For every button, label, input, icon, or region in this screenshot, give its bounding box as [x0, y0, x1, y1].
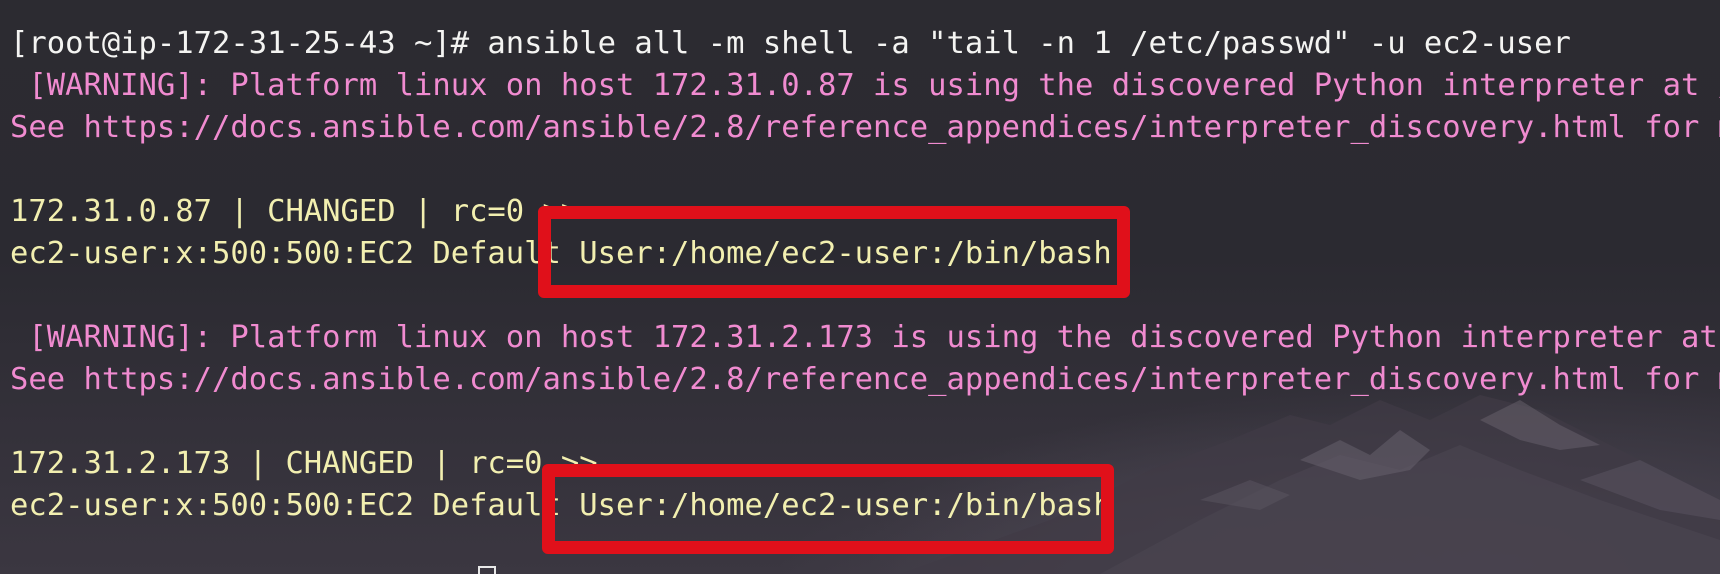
command-prompt-line: [root@ip-172-31-25-43 ~]# ansible all -m… — [10, 26, 1571, 61]
host1-status-line: 172.31.0.87 | CHANGED | rc=0 >> — [10, 194, 580, 229]
host2-warning-line: [WARNING]: Platform linux on host 172.31… — [10, 320, 1720, 355]
terminal-window[interactable]: [root@ip-172-31-25-43 ~]# ansible all -m… — [0, 0, 1720, 574]
host1-warning-line: [WARNING]: Platform linux on host 172.31… — [10, 68, 1720, 103]
host2-status-line: 172.31.2.173 | CHANGED | rc=0 >> — [10, 446, 598, 481]
highlight-box-host2-output — [542, 464, 1114, 554]
host2-see-docs-line: See https://docs.ansible.com/ansible/2.8… — [10, 362, 1720, 397]
host1-see-docs-line: See https://docs.ansible.com/ansible/2.8… — [10, 110, 1720, 145]
highlight-box-host1-output — [538, 206, 1130, 298]
terminal-cursor — [478, 566, 496, 574]
